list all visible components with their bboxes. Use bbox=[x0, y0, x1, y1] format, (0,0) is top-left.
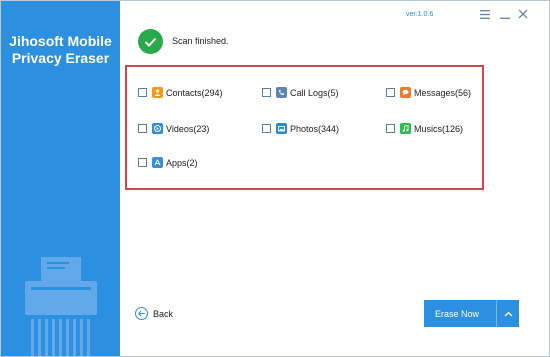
close-button[interactable] bbox=[516, 7, 530, 21]
scan-status-text: Scan finished. bbox=[172, 36, 229, 46]
erase-now-button[interactable]: Erase Now bbox=[424, 300, 519, 327]
call-logs-checkbox[interactable] bbox=[262, 88, 271, 97]
category-musics[interactable]: Musics(126) bbox=[386, 123, 463, 134]
menu-button[interactable] bbox=[478, 7, 492, 21]
apps-checkbox[interactable] bbox=[138, 158, 147, 167]
app-window: Jihosoft Mobile Privacy Eraser ver:1.0.6 bbox=[0, 0, 550, 357]
category-messages[interactable]: Messages(56) bbox=[386, 87, 471, 98]
chevron-up-icon bbox=[504, 311, 512, 316]
photos-checkbox[interactable] bbox=[262, 124, 271, 133]
photos-icon bbox=[276, 123, 287, 134]
contacts-label: Contacts(294) bbox=[166, 87, 223, 98]
photos-label: Photos(344) bbox=[290, 123, 340, 134]
back-arrow-icon bbox=[135, 307, 148, 320]
videos-checkbox[interactable] bbox=[138, 124, 147, 133]
category-call-logs[interactable]: Call Logs(5) bbox=[262, 87, 339, 98]
videos-icon bbox=[152, 123, 163, 134]
musics-checkbox[interactable] bbox=[386, 124, 395, 133]
minimize-button[interactable] bbox=[498, 7, 512, 21]
category-apps[interactable]: Apps(2) bbox=[138, 157, 198, 168]
apps-icon bbox=[152, 157, 163, 168]
call-logs-icon bbox=[276, 87, 287, 98]
back-button[interactable]: Back bbox=[135, 307, 173, 320]
erase-options-toggle[interactable] bbox=[497, 300, 519, 327]
videos-label: Videos(23) bbox=[166, 123, 210, 134]
category-photos[interactable]: Photos(344) bbox=[262, 123, 339, 134]
back-label: Back bbox=[153, 308, 174, 319]
shredder-icon bbox=[25, 257, 97, 356]
contacts-icon bbox=[152, 87, 163, 98]
app-title-line1: Jihosoft Mobile bbox=[9, 33, 112, 49]
call-logs-label: Call Logs(5) bbox=[290, 87, 339, 98]
musics-label: Musics(126) bbox=[414, 123, 464, 134]
apps-label: Apps(2) bbox=[166, 157, 198, 168]
success-check-icon bbox=[138, 29, 163, 54]
minimize-icon bbox=[500, 17, 510, 19]
scan-results-panel: Contacts(294) Call Logs(5) Messages(56) … bbox=[125, 65, 484, 190]
messages-label: Messages(56) bbox=[414, 87, 472, 98]
menu-icon bbox=[480, 9, 490, 19]
close-icon bbox=[518, 9, 528, 19]
category-contacts[interactable]: Contacts(294) bbox=[138, 87, 223, 98]
erase-now-label: Erase Now bbox=[435, 308, 480, 319]
contacts-checkbox[interactable] bbox=[138, 88, 147, 97]
sidebar: Jihosoft Mobile Privacy Eraser bbox=[1, 1, 120, 356]
messages-icon bbox=[400, 87, 411, 98]
app-title-line2: Privacy Eraser bbox=[11, 50, 110, 66]
app-title: Jihosoft Mobile Privacy Eraser bbox=[1, 33, 120, 67]
musics-icon bbox=[400, 123, 411, 134]
version-label: ver:1.0.6 bbox=[406, 11, 434, 18]
category-videos[interactable]: Videos(23) bbox=[138, 123, 209, 134]
messages-checkbox[interactable] bbox=[386, 88, 395, 97]
